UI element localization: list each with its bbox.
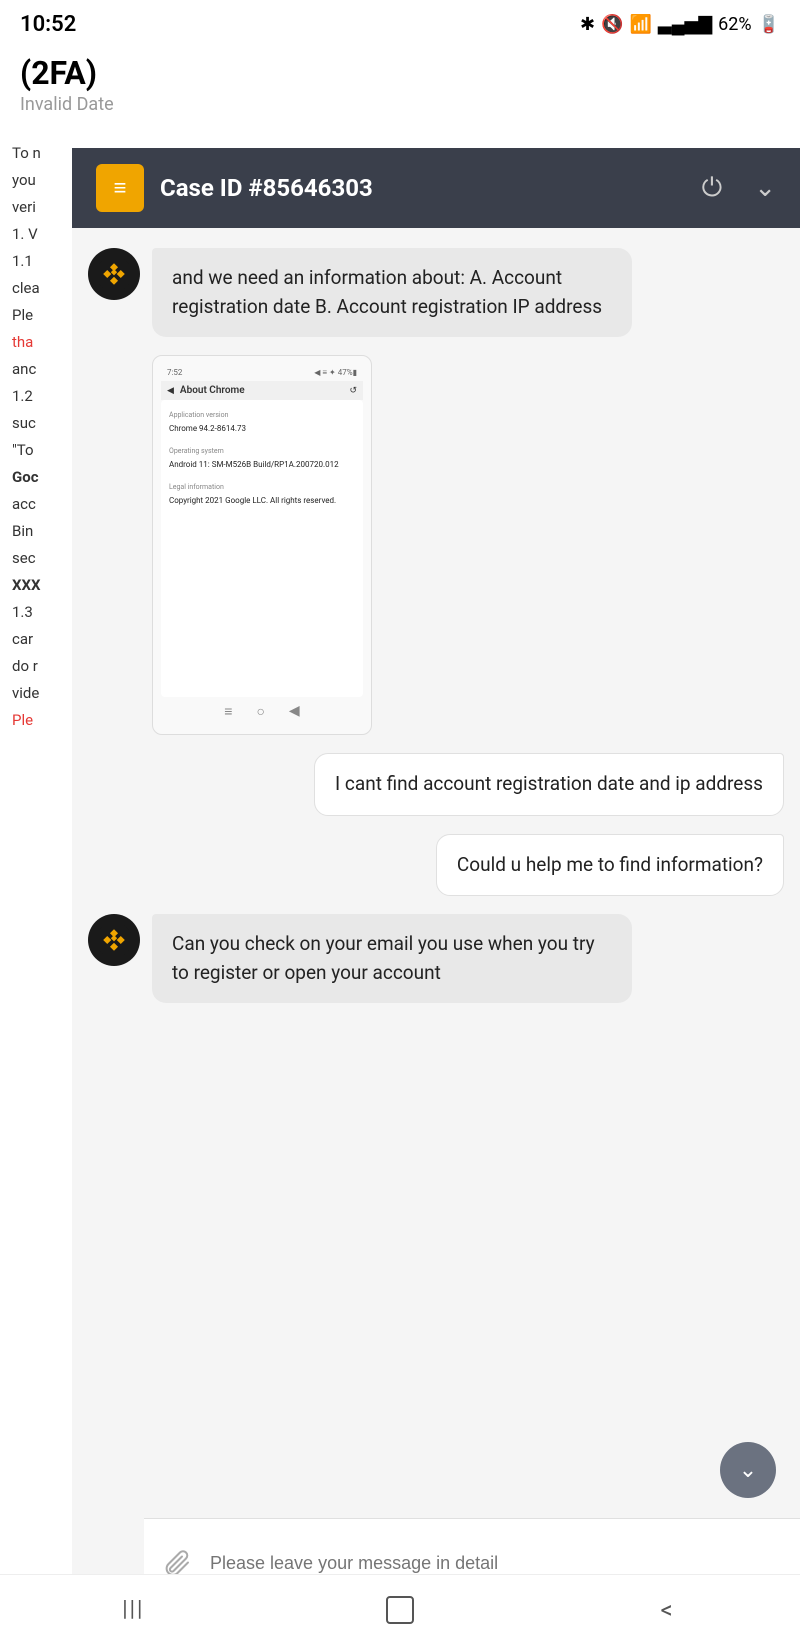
message-text-4: Could u help me to find information?: [457, 853, 763, 876]
bg-line: clea: [12, 275, 63, 302]
bg-line: you: [12, 167, 63, 194]
nav-back-button[interactable]: <: [637, 1585, 697, 1635]
chevron-down-icon: ⌄: [739, 1458, 757, 1483]
bg-line: Bin: [12, 518, 63, 545]
chat-title: Case ID #85646303: [160, 174, 686, 202]
message-row-2: 7:52 ◀ ≡ ✦ 47%▮ ◀ About Chrome ↺ Applica…: [88, 355, 784, 735]
nav-home-button[interactable]: [370, 1585, 430, 1635]
section-value-2: Android 11: SM-M526B Build/RP1A.200720.0…: [169, 459, 355, 472]
avatar-5: [88, 914, 140, 966]
bg-line: To n: [12, 140, 63, 167]
back-icon: <: [661, 1596, 673, 1624]
screenshot-time: 7:52: [167, 368, 182, 377]
bg-line: Ple: [12, 707, 63, 734]
section-label-1: Application version: [169, 410, 355, 421]
message-text-1: and we need an information about: A. Acc…: [172, 266, 602, 318]
bg-content: To nyouveri1. V1.1cleaPlethaanc1.2suc"To…: [0, 130, 75, 1430]
bg-line: anc: [12, 356, 63, 383]
bg-line: "To: [12, 437, 63, 464]
ss-back-icon: ◀: [289, 703, 300, 720]
bg-line: Ple: [12, 302, 63, 329]
bubble-1: and we need an information about: A. Acc…: [152, 248, 632, 337]
battery-icon: 🪫: [758, 14, 780, 35]
bubble-3: I cant find account registration date an…: [314, 753, 784, 816]
screenshot-status: ◀ ≡ ✦ 47%▮: [314, 368, 357, 377]
message-row-3: I cant find account registration date an…: [88, 753, 784, 816]
section-label-2: Operating system: [169, 446, 355, 457]
page-title: (2FA): [20, 54, 780, 92]
home-icon: [386, 1596, 414, 1624]
chat-body: and we need an information about: A. Acc…: [72, 228, 800, 1556]
bg-line: sec: [12, 545, 63, 572]
screenshot-content: Application version Chrome 94.2-8614.73 …: [161, 400, 363, 697]
chat-icon-symbol: ≡: [114, 175, 127, 201]
bubble-4: Could u help me to find information?: [436, 834, 784, 897]
scroll-to-bottom-button[interactable]: ⌄: [720, 1442, 776, 1498]
message-text-3: I cant find account registration date an…: [335, 772, 763, 795]
mute-icon: 🔇: [601, 14, 623, 35]
chevron-down-icon[interactable]: ⌄: [754, 173, 776, 203]
ss-home-icon: ○: [256, 703, 264, 720]
wifi-icon: 📶: [629, 14, 651, 35]
page-date: Invalid Date: [20, 94, 780, 115]
message-row-1: and we need an information about: A. Acc…: [88, 248, 784, 337]
bg-line: 1. V: [12, 221, 63, 248]
page-header: (2FA) Invalid Date: [0, 44, 800, 119]
chat-icon: ≡: [96, 164, 144, 212]
bg-line: 1.3: [12, 599, 63, 626]
status-icons: ✱ 🔇 📶 ▃▄▅▇ 62% 🪫: [580, 14, 780, 35]
bg-line: tha: [12, 329, 63, 356]
status-bar: 10:52 ✱ 🔇 📶 ▃▄▅▇ 62% 🪫: [0, 0, 800, 44]
bg-line: 1.2: [12, 383, 63, 410]
avatar-1: [88, 248, 140, 300]
battery-text: 62%: [718, 14, 751, 35]
bg-line: acc: [12, 491, 63, 518]
bg-line: veri: [12, 194, 63, 221]
bg-line: 1.1: [12, 248, 63, 275]
screenshot-page-title: About Chrome: [180, 385, 245, 396]
bg-line: do r: [12, 653, 63, 680]
screenshot-bottom-bar: ≡ ○ ◀: [161, 697, 363, 726]
section-value-1: Chrome 94.2-8614.73: [169, 423, 355, 436]
bg-line: vide: [12, 680, 63, 707]
ss-menu-icon: ≡: [224, 703, 232, 720]
bg-line: suc: [12, 410, 63, 437]
message-text-5: Can you check on your email you use when…: [172, 932, 595, 984]
message-row-4: Could u help me to find information?: [88, 834, 784, 897]
status-time: 10:52: [20, 12, 76, 37]
back-arrow-icon: ◀: [167, 386, 174, 396]
signal-icon: ▃▄▅▇: [658, 14, 712, 35]
bg-line: XXX: [12, 572, 63, 599]
nav-menu-button[interactable]: |||: [103, 1585, 163, 1635]
section-value-3: Copyright 2021 Google LLC. All rights re…: [169, 495, 355, 508]
bluetooth-icon: ✱: [580, 14, 595, 35]
refresh-icon: ↺: [349, 386, 357, 396]
menu-icon: |||: [122, 1597, 144, 1622]
screenshot-image[interactable]: 7:52 ◀ ≡ ✦ 47%▮ ◀ About Chrome ↺ Applica…: [152, 355, 372, 735]
section-label-3: Legal information: [169, 482, 355, 493]
bottom-navigation: ||| <: [0, 1574, 800, 1644]
bg-line: car: [12, 626, 63, 653]
chat-header: ≡ Case ID #85646303 ⏻ ⌄: [72, 148, 800, 228]
bubble-5: Can you check on your email you use when…: [152, 914, 632, 1003]
chat-overlay: ≡ Case ID #85646303 ⏻ ⌄ and we need an i…: [72, 148, 800, 1608]
message-row-5: Can you check on your email you use when…: [88, 914, 784, 1003]
message-input[interactable]: [210, 1553, 800, 1574]
screenshot-top-bar: 7:52 ◀ ≡ ✦ 47%▮: [161, 364, 363, 381]
power-button[interactable]: ⏻: [702, 173, 723, 204]
bg-line: Goc: [12, 464, 63, 491]
